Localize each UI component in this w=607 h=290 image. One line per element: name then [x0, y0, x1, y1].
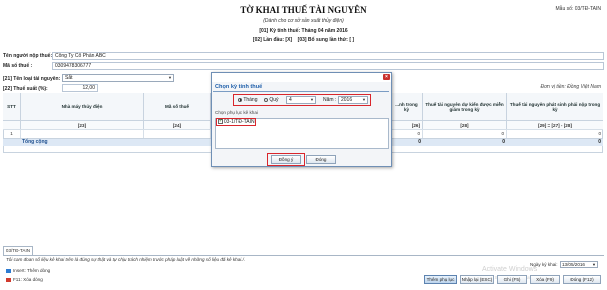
- declaration-text: Tôi cam đoan số liệu kê khai trên là đún…: [6, 257, 246, 262]
- col-code-period: [26]: [391, 120, 423, 129]
- appendix-section-label: Chọn phụ lục kê khai: [215, 110, 258, 115]
- month-select[interactable]: 4 ▼: [286, 96, 316, 104]
- quarter-radio-group[interactable]: Quý: [264, 97, 279, 103]
- total-period: 0: [418, 139, 421, 145]
- activation-watermark-title: Activate Windows: [482, 266, 538, 273]
- delete-button[interactable]: Xóa (F9): [530, 275, 560, 284]
- appendix-item-checkbox[interactable]: [218, 119, 223, 124]
- tax-period: [01] Kỳ tính thuế: Tháng 04 năm 2016: [259, 28, 348, 34]
- month-radio-label: Tháng: [243, 97, 258, 103]
- chevron-down-icon: ▼: [310, 97, 314, 102]
- col-header-stt: STT: [3, 93, 21, 120]
- form-number: Mẫu số: 03/TĐ-TAIN: [555, 6, 601, 12]
- col-code-stt: [3, 120, 21, 129]
- resource-type-label: [21] Tên loại tài nguyên:: [3, 76, 61, 82]
- supplement-flag: [03] Bổ sung lần thứ: [ ]: [297, 37, 355, 43]
- tax-rate-label: [22] Thuế suất (%):: [3, 86, 48, 92]
- month-radio-group[interactable]: Tháng: [238, 97, 258, 103]
- month-radio[interactable]: [238, 97, 242, 102]
- col-header-plant: Nhà máy thủy điện: [21, 93, 144, 120]
- appendix-item[interactable]: 03-1/TĐ-TAIN: [218, 119, 255, 125]
- hint-delete: F11: Xóa dòng: [6, 277, 43, 282]
- quarter-radio[interactable]: [264, 97, 268, 102]
- taxpayer-name-label: Tên người nộp thuế:: [3, 53, 53, 59]
- dialog-title: Chọn kỳ tính thuế: [213, 83, 389, 92]
- month-select-value: 4: [289, 97, 292, 103]
- form-title: TỜ KHAI THUẾ TÀI NGUYÊN: [240, 5, 367, 15]
- col-header-exempt: Thuế tài nguyên dự kiến được miễn giảm t…: [423, 93, 507, 120]
- dialog-titlebar[interactable]: [212, 73, 391, 82]
- hint-insert-text: Insert: Thêm dòng: [13, 268, 51, 273]
- year-label: Năm :: [323, 97, 337, 103]
- hint-delete-text: F11: Xóa dòng: [13, 277, 43, 282]
- delete-icon: [6, 277, 11, 282]
- row-period-cell[interactable]: 0: [391, 129, 423, 138]
- total-payable: 0: [598, 139, 601, 145]
- calendar-dropdown-icon[interactable]: ▼: [592, 262, 596, 267]
- taxpayer-name-field[interactable]: Công Ty Cổ Phần ABC: [52, 52, 604, 60]
- col-code-plant: [23]: [21, 120, 144, 129]
- col-header-payable: Thuế tài nguyên phát sinh phải nộp trong…: [507, 93, 603, 120]
- col-header-period: ...nh trong kỳ: [391, 93, 423, 120]
- sign-date-field[interactable]: 13/05/2016 ▼: [560, 261, 598, 268]
- tax-code-field[interactable]: 0309478306777: [52, 62, 604, 70]
- tab-form-main[interactable]: 03/TĐ-TAIN: [3, 246, 33, 255]
- year-select[interactable]: 2016 ▼: [338, 96, 368, 104]
- close-form-button[interactable]: Đóng (F12): [563, 275, 601, 284]
- quarter-radio-label: Quý: [269, 97, 279, 103]
- appendix-item-label: 03-1/TĐ-TAIN: [223, 119, 255, 125]
- col-header-tax-code: Mã số thuế: [144, 93, 211, 120]
- dialog-close-icon[interactable]: ×: [383, 74, 390, 80]
- row-stt: 1: [3, 129, 21, 138]
- col-code-payable: [29] = [27] - [28]: [507, 120, 603, 129]
- form-subtitle: (Dành cho cơ sở sản xuất thủy điện): [263, 18, 344, 24]
- chevron-down-icon: ▼: [168, 75, 172, 80]
- declaration-flags: [02] Lần đầu: [X] [03] Bổ sung lần thứ: …: [0, 37, 607, 43]
- resource-type-value: Sắt: [65, 75, 73, 81]
- save-button[interactable]: Ghi (F5): [497, 275, 527, 284]
- add-appendix-button[interactable]: Thêm phụ lục: [424, 275, 457, 284]
- chevron-down-icon: ▼: [362, 97, 366, 102]
- hint-insert: Insert: Thêm dòng: [6, 268, 50, 273]
- dialog-ok-button[interactable]: Đồng ý: [271, 155, 301, 164]
- col-code-tax-code: [24]: [144, 120, 211, 129]
- dialog-close-button[interactable]: Đóng: [306, 155, 336, 164]
- sign-date-value: 13/05/2016: [562, 262, 585, 267]
- row-plant-cell[interactable]: [21, 129, 144, 138]
- row-payable-cell[interactable]: 0: [507, 129, 603, 138]
- row-tax-code-cell[interactable]: [144, 129, 211, 138]
- total-label: Tổng cộng: [22, 139, 48, 145]
- first-time-flag: [02] Lần đầu: [X]: [252, 37, 293, 43]
- tax-code-label: Mã số thuế :: [3, 63, 33, 69]
- resource-type-select[interactable]: Sắt ▼: [62, 74, 174, 82]
- year-select-value: 2016: [341, 97, 353, 103]
- row-exempt-cell[interactable]: 0: [423, 129, 507, 138]
- total-exempt: 0: [502, 139, 505, 145]
- col-code-exempt: [28]: [423, 120, 507, 129]
- reload-button[interactable]: Nhập lại (ESC): [460, 275, 494, 284]
- currency-unit: Đơn vị tiền: Đồng Việt Nam: [540, 84, 601, 90]
- tax-rate-field[interactable]: 12,00: [62, 84, 98, 92]
- insert-icon: [6, 268, 11, 273]
